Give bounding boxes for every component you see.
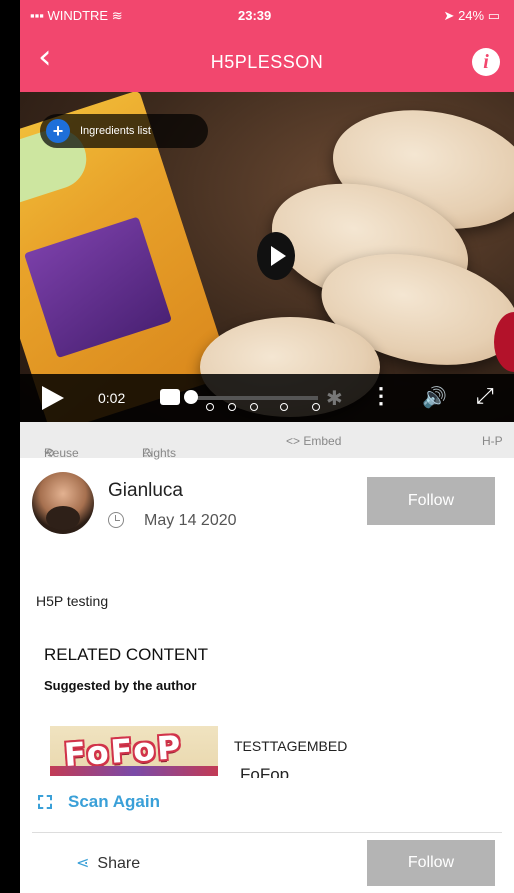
gear-icon[interactable]: ✱ bbox=[326, 386, 343, 411]
related-item-title[interactable]: TESTTAGEMBED bbox=[234, 738, 347, 754]
battery-indicator: ➤ 24% ▭ bbox=[443, 8, 500, 23]
thumbnail-strip bbox=[50, 766, 218, 776]
publish-date: May 14 2020 bbox=[144, 512, 237, 529]
video-play-icon[interactable] bbox=[257, 232, 295, 280]
share-button[interactable]: ⋖ Share bbox=[76, 853, 140, 873]
info-icon[interactable]: i bbox=[472, 48, 500, 76]
h5p-actions-bar: ⟲ Reuse ♺ Rights of use <> Embed H-P bbox=[20, 422, 514, 474]
bookmark-icon[interactable] bbox=[206, 403, 214, 411]
scan-icon bbox=[38, 795, 52, 809]
play-button[interactable] bbox=[42, 386, 64, 410]
seek-handle[interactable] bbox=[183, 390, 198, 404]
plus-icon: + bbox=[46, 119, 70, 143]
bottom-follow-button[interactable]: Follow bbox=[367, 840, 495, 886]
volume-icon[interactable]: 🔊 bbox=[422, 385, 447, 409]
battery-icon: ▭ bbox=[484, 8, 500, 23]
ingredients-hotspot[interactable]: + Ingredients list bbox=[40, 114, 208, 148]
related-item-thumbnail[interactable]: FoFoP bbox=[50, 726, 218, 776]
follow-button[interactable]: Follow bbox=[367, 477, 495, 525]
clock-icon bbox=[108, 512, 124, 528]
more-options-icon[interactable]: ⋮ bbox=[370, 383, 392, 409]
video-controls: 0:02 ✱ ⋮ 🔊 ⤢ bbox=[20, 374, 514, 422]
related-subheading: Suggested by the author bbox=[44, 678, 197, 693]
carrier-label: ▪▪▪ WINDTRE ≋ bbox=[30, 8, 123, 23]
fullscreen-icon[interactable]: ⤢ bbox=[476, 384, 494, 409]
location-icon: ➤ bbox=[443, 8, 459, 23]
avatar[interactable] bbox=[32, 472, 94, 534]
scan-again-button[interactable]: Scan Again bbox=[20, 780, 514, 828]
scan-again-label: Scan Again bbox=[68, 792, 160, 811]
divider bbox=[32, 832, 502, 833]
video-seek-bar[interactable] bbox=[188, 396, 320, 411]
h5p-logo[interactable]: H-P bbox=[482, 434, 503, 448]
share-icon: ⋖ bbox=[76, 853, 90, 872]
author-name[interactable]: Gianluca bbox=[108, 480, 183, 502]
embed-link[interactable]: <> Embed bbox=[286, 434, 341, 448]
video-time: 0:02 bbox=[98, 390, 126, 406]
avatar-beard bbox=[46, 506, 80, 530]
lesson-description: H5P testing bbox=[36, 593, 109, 609]
ingredients-label: Ingredients list bbox=[80, 125, 151, 137]
video-player[interactable]: + Ingredients list 0:02 ✱ ⋮ 🔊 ⤢ bbox=[20, 92, 514, 422]
captions-icon[interactable] bbox=[160, 389, 180, 405]
box-panel bbox=[23, 216, 173, 359]
bookmark-icon[interactable] bbox=[312, 403, 320, 411]
author-section: Gianluca May 14 2020 Follow bbox=[20, 460, 514, 548]
related-item-subtitle: FoFop bbox=[240, 765, 290, 778]
app-screen: ▪▪▪ WINDTRE ≋ 23:39 ➤ 24% ▭ ‹ H5PLESSON … bbox=[20, 0, 514, 893]
bookmark-icon[interactable] bbox=[250, 403, 258, 411]
status-time: 23:39 bbox=[238, 8, 272, 23]
bookmark-icon[interactable] bbox=[228, 403, 236, 411]
wifi-icon: ≋ bbox=[108, 8, 123, 23]
bookmark-icon[interactable] bbox=[280, 403, 288, 411]
page-title: H5PLESSON bbox=[210, 52, 324, 72]
related-content-heading: RELATED CONTENT bbox=[44, 645, 209, 664]
nav-bar: ‹ H5PLESSON i bbox=[20, 30, 514, 92]
signal-icon: ▪▪▪ bbox=[30, 8, 48, 23]
share-label: Share bbox=[97, 855, 141, 872]
status-bar: ▪▪▪ WINDTRE ≋ 23:39 ➤ 24% ▭ bbox=[20, 0, 514, 30]
